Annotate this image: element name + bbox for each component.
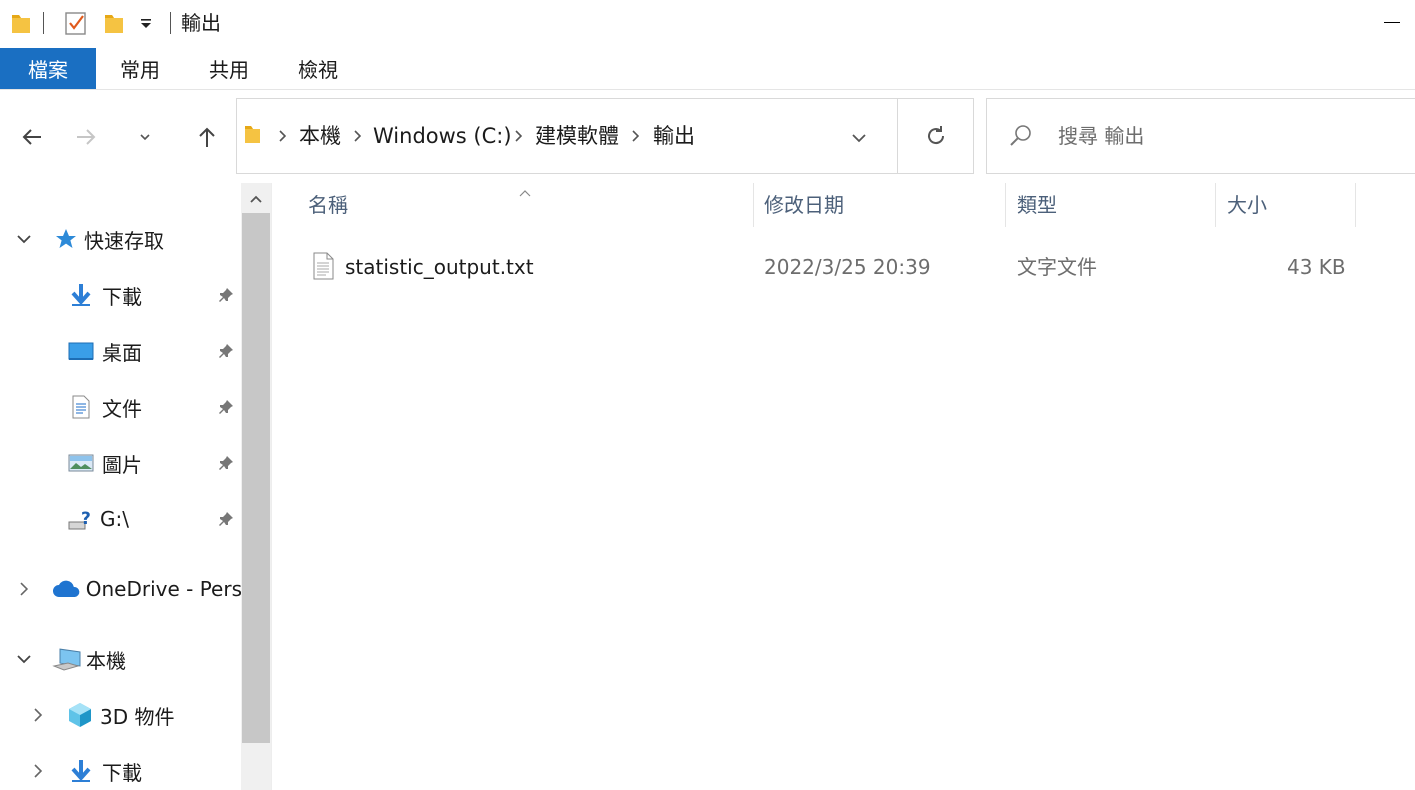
title-separator xyxy=(170,12,171,34)
back-arrow-icon xyxy=(22,129,41,145)
folder-icon xyxy=(10,9,32,37)
svg-text:?: ? xyxy=(81,509,91,529)
text-file-icon xyxy=(312,252,334,284)
sort-ascending-icon xyxy=(518,182,532,201)
breadcrumb-output[interactable]: 輸出 xyxy=(653,121,695,151)
sidebar-item-label: 下載 xyxy=(102,760,142,785)
sidebar-item-pc-downloads[interactable]: 下載 xyxy=(30,751,142,790)
recent-locations-button[interactable] xyxy=(127,120,163,154)
chevron-right-icon xyxy=(34,708,43,722)
sidebar-item-label: 快速存取 xyxy=(84,228,164,253)
sidebar-item-3d-objects[interactable]: 3D 物件 xyxy=(30,695,174,735)
back-button[interactable] xyxy=(14,120,50,154)
breadcrumb-chevron-icon[interactable] xyxy=(511,126,525,146)
pin-icon xyxy=(216,285,236,305)
chevron-down-icon xyxy=(17,235,31,244)
forward-button[interactable] xyxy=(68,120,104,154)
3d-objects-icon xyxy=(69,703,91,727)
sidebar-item-label: 圖片 xyxy=(102,452,142,477)
sidebar-item-label: 本機 xyxy=(86,648,126,673)
forward-arrow-icon xyxy=(77,129,96,145)
sidebar-item-label: G:\ xyxy=(100,507,129,531)
sidebar-item-this-pc[interactable]: 本機 xyxy=(14,639,126,679)
tab-view[interactable]: 檢視 xyxy=(282,48,354,89)
pin-icon xyxy=(216,509,236,529)
onedrive-cloud-icon xyxy=(52,580,80,597)
star-icon xyxy=(56,229,76,248)
customize-dropdown-icon[interactable] xyxy=(138,9,154,37)
breadcrumb-this-pc[interactable]: 本機 xyxy=(299,121,341,151)
sidebar-item-label: 下載 xyxy=(102,284,142,309)
breadcrumb-chevron-icon[interactable] xyxy=(628,126,642,146)
properties-check-icon[interactable] xyxy=(64,9,88,37)
tab-file[interactable]: 檔案 xyxy=(0,48,96,89)
file-type: 文字文件 xyxy=(1017,255,1097,279)
window-title: 輸出 xyxy=(181,11,221,35)
sidebar-item-documents[interactable]: 文件 xyxy=(68,387,142,427)
unknown-drive-icon: ? xyxy=(68,509,91,530)
search-input[interactable]: 搜尋 輸出 xyxy=(1058,121,1144,151)
download-arrow-icon xyxy=(71,760,91,782)
desktop-icon xyxy=(68,342,94,360)
sidebar-item-onedrive[interactable]: OneDrive - Pers xyxy=(16,569,242,609)
file-modified-date: 2022/3/25 20:39 xyxy=(764,255,931,279)
up-button[interactable] xyxy=(189,120,225,154)
breadcrumb-modeling-software[interactable]: 建模軟體 xyxy=(535,121,619,151)
chevron-down-icon xyxy=(140,134,150,141)
column-separator[interactable] xyxy=(1215,183,1216,227)
tab-home[interactable]: 常用 xyxy=(104,48,176,89)
search-box[interactable] xyxy=(986,98,1415,174)
sidebar-item-label: OneDrive - Pers xyxy=(85,577,242,601)
new-folder-icon[interactable] xyxy=(103,9,125,37)
sidebar-item-label: 桌面 xyxy=(102,340,142,365)
computer-icon xyxy=(52,648,81,671)
sidebar-item-pictures[interactable]: 圖片 xyxy=(68,443,142,483)
sidebar-item-downloads[interactable]: 下載 xyxy=(68,275,142,315)
column-header-modified[interactable]: 修改日期 xyxy=(764,190,844,220)
sidebar-item-desktop[interactable]: 桌面 xyxy=(68,331,142,371)
title-separator xyxy=(43,12,44,34)
pin-icon xyxy=(216,341,236,361)
sidebar-item-label: 文件 xyxy=(102,396,142,421)
pictures-icon xyxy=(68,454,94,472)
ribbon-tabs: 檔案 常用 共用 檢視 xyxy=(0,48,1415,90)
address-dropdown-icon[interactable] xyxy=(851,129,867,148)
sidebar-item-quick-access[interactable]: 快速存取 xyxy=(14,219,164,259)
tab-share[interactable]: 共用 xyxy=(193,48,265,89)
pane-divider xyxy=(271,183,272,790)
pin-icon xyxy=(216,453,236,473)
documents-icon xyxy=(72,395,90,419)
column-separator[interactable] xyxy=(1355,183,1356,227)
column-header-size[interactable]: 大小 xyxy=(1227,190,1267,220)
folder-icon xyxy=(242,122,262,150)
minimize-button[interactable] xyxy=(1384,22,1400,23)
sidebar-item-g-drive[interactable]: ? G:\ xyxy=(68,499,129,539)
breadcrumb-chevron-icon[interactable] xyxy=(275,126,289,146)
pin-icon xyxy=(216,397,236,417)
column-header-type[interactable]: 類型 xyxy=(1017,190,1057,220)
breadcrumb-drive[interactable]: Windows (C:) xyxy=(373,121,512,151)
file-name[interactable]: statistic_output.txt xyxy=(345,252,534,282)
search-icon xyxy=(1009,124,1033,152)
chevron-right-icon xyxy=(20,582,29,596)
up-arrow-icon xyxy=(199,127,215,147)
column-separator[interactable] xyxy=(753,183,754,227)
sidebar-item-label: 3D 物件 xyxy=(100,704,175,729)
refresh-icon[interactable] xyxy=(924,124,948,152)
sidebar-scroll-thumb[interactable] xyxy=(242,213,270,743)
file-size: 43 KB xyxy=(1287,255,1346,279)
chevron-down-icon xyxy=(17,655,31,664)
scroll-up-arrow-icon[interactable] xyxy=(241,185,271,213)
chevron-right-icon xyxy=(34,764,43,778)
column-header-name[interactable]: 名稱 xyxy=(308,190,348,220)
breadcrumb-chevron-icon[interactable] xyxy=(350,126,364,146)
download-arrow-icon xyxy=(71,284,91,306)
column-separator[interactable] xyxy=(1005,183,1006,227)
address-divider xyxy=(897,98,898,174)
title-bar: 輸出 xyxy=(0,0,1415,46)
